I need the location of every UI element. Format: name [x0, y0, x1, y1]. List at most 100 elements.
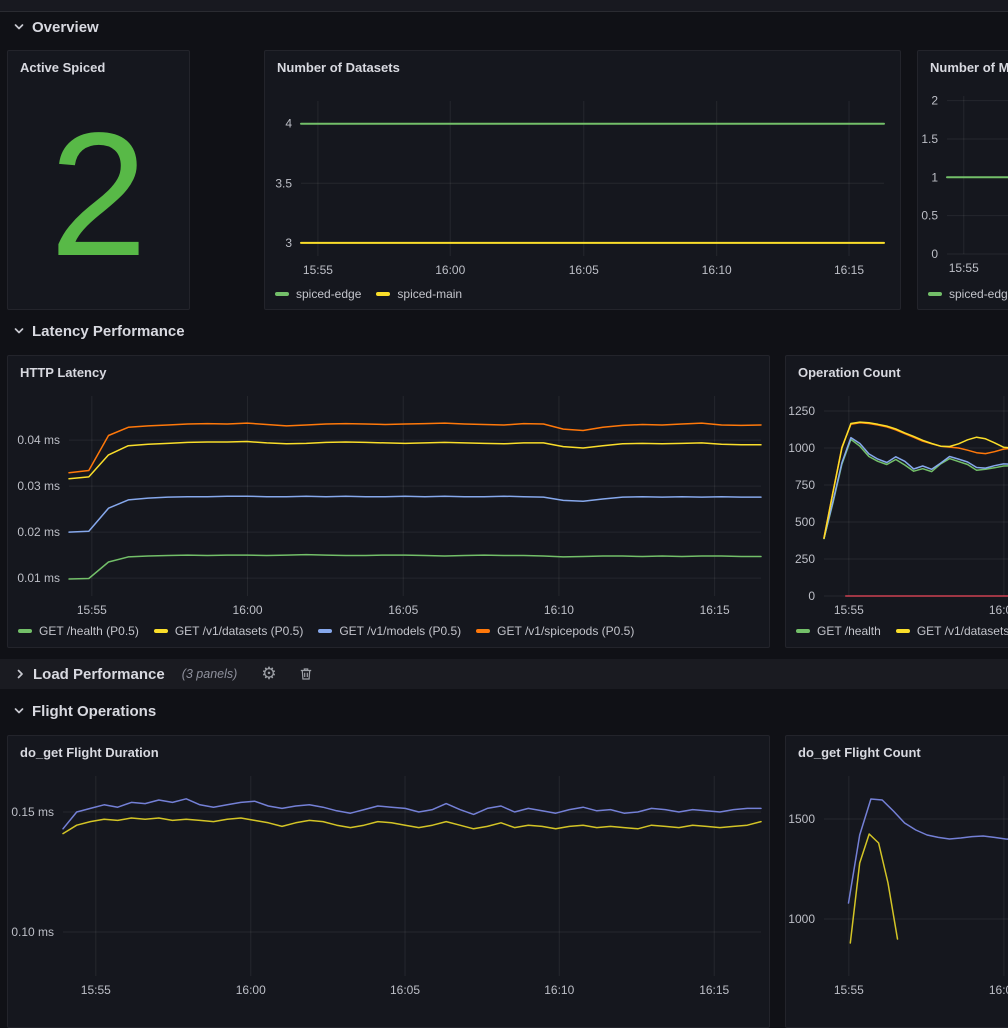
legend-label: GET /v1/datasets (P0.5) — [175, 624, 304, 638]
chart-do-get-flight-count: 1500100015:5516:0016:05 — [786, 736, 1008, 1027]
chevron-down-icon — [13, 325, 25, 337]
y-axis-label: 0.5 — [921, 209, 938, 223]
legend-chip — [376, 292, 390, 296]
x-axis-label: 16:15 — [699, 983, 729, 997]
y-axis-label: 0.10 ms — [11, 925, 54, 939]
panel-title[interactable]: Number of Datasets — [277, 60, 400, 75]
y-axis-label: 0.04 ms — [17, 433, 60, 447]
legend-label: GET /v1/datasets — [917, 624, 1008, 638]
section-overview[interactable]: Overview — [13, 16, 99, 38]
panel-number-of-models: Number of Models 00.511.5215:5516:00 spi… — [917, 50, 1008, 310]
legend-item[interactable]: GET /v1/datasets — [896, 624, 1008, 638]
chart-plot[interactable]: 0.15 ms0.10 ms15:5516:0016:0516:1016:15 — [8, 736, 769, 1027]
y-axis-label: 1250 — [788, 404, 815, 418]
x-axis-label: 15:55 — [949, 261, 979, 275]
x-axis-label: 15:55 — [77, 603, 107, 617]
x-axis-label: 16:00 — [233, 603, 263, 617]
legend-item[interactable]: spiced-main — [376, 287, 462, 301]
chart-http-latency: 0.01 ms0.02 ms0.03 ms0.04 ms15:5516:0016… — [8, 356, 769, 647]
legend-label: GET /v1/spicepods (P0.5) — [497, 624, 634, 638]
series-line — [69, 496, 761, 532]
chart-plot[interactable]: 00.511.5215:5516:00 — [918, 51, 1008, 309]
legend-label: spiced-main — [397, 287, 462, 301]
legend-chip — [275, 292, 289, 296]
legend-chip — [896, 629, 910, 633]
y-axis-label: 2 — [931, 94, 938, 108]
section-flight-operations[interactable]: Flight Operations — [13, 700, 156, 722]
legend-chip — [796, 629, 810, 633]
legend-label: GET /health — [817, 624, 881, 638]
y-axis-label: 4 — [285, 117, 292, 131]
series-line — [69, 555, 761, 579]
legend-chip — [928, 292, 942, 296]
y-axis-label: 1 — [931, 170, 938, 184]
chart-plot[interactable]: 02505007501000125015:5516:0016:05 — [786, 356, 1008, 647]
panel-operation-count: Operation Count 02505007501000125015:551… — [785, 355, 1008, 648]
chart-plot[interactable]: 33.5415:5516:0016:0516:1016:15 — [265, 51, 900, 309]
panel-do-get-flight-duration: do_get Flight Duration 0.15 ms 0.10 ms 15:… — [7, 735, 770, 1028]
y-axis-label: 3 — [285, 236, 292, 250]
y-axis-label: 1000 — [788, 912, 815, 926]
legend-chip — [318, 629, 332, 633]
legend-item[interactable]: GET /v1/datasets (P0.5) — [154, 624, 304, 638]
panel-title[interactable]: Number of Models — [930, 60, 1008, 75]
y-axis-label: 1.5 — [921, 132, 938, 146]
panel-number-of-datasets: Number of Datasets 33.5415:5516:0016:051… — [264, 50, 901, 310]
x-axis-label: 16:05 — [388, 603, 418, 617]
y-axis-label: 3.5 — [275, 176, 292, 190]
panel-title[interactable]: do_get Flight Count — [798, 745, 921, 760]
x-axis-label: 16:00 — [236, 983, 266, 997]
y-axis-label: 0.15 ms — [11, 805, 54, 819]
legend-item[interactable]: spiced-edge — [275, 287, 361, 301]
series-line — [63, 818, 761, 834]
series-line — [849, 799, 1008, 903]
x-axis-label: 16:15 — [700, 603, 730, 617]
panel-title[interactable]: Active Spiced — [20, 60, 105, 75]
series-line — [69, 442, 761, 479]
section-title: Flight Operations — [32, 703, 156, 720]
panel-title[interactable]: Operation Count — [798, 365, 901, 380]
legend-label: GET /health (P0.5) — [39, 624, 139, 638]
legend-label: spiced-edge — [296, 287, 361, 301]
legend-chip — [18, 629, 32, 633]
chevron-right-icon — [14, 668, 26, 680]
x-axis-label: 15:55 — [81, 983, 111, 997]
chart-number-of-models: 00.511.5215:5516:00 — [918, 51, 1008, 309]
chart-legend: GET /healthGET /v1/datasetsGET /v1/model… — [796, 624, 1008, 638]
legend-item[interactable]: GET /v1/models (P0.5) — [318, 624, 461, 638]
y-axis-label: 250 — [795, 552, 815, 566]
panel-do-get-flight-count: do_get Flight Count 1500100015:5516:0016… — [785, 735, 1008, 1028]
legend-item[interactable]: spiced-edge — [928, 287, 1008, 301]
panel-http-latency: HTTP Latency 0.01 ms0.02 ms0.03 ms0.04 m… — [7, 355, 770, 648]
legend-item[interactable]: GET /health (P0.5) — [18, 624, 139, 638]
chevron-down-icon — [13, 21, 25, 33]
legend-item[interactable]: GET /v1/spicepods (P0.5) — [476, 624, 634, 638]
legend-label: spiced-edge — [949, 287, 1008, 301]
legend-item[interactable]: GET /health — [796, 624, 881, 638]
chart-legend: spiced-edgespiced-main — [928, 287, 1008, 301]
chart-plot[interactable]: 0.01 ms0.02 ms0.03 ms0.04 ms15:5516:0016… — [8, 356, 769, 647]
series-line — [69, 423, 761, 473]
chart-legend: spiced-edge spiced-main — [275, 287, 462, 301]
section-latency-performance[interactable]: Latency Performance — [13, 320, 185, 342]
chevron-down-icon — [13, 705, 25, 717]
y-axis-label: 0 — [931, 247, 938, 261]
chart-legend: GET /health (P0.5) GET /v1/datasets (P0.5… — [18, 624, 634, 638]
section-title: Overview — [32, 19, 99, 36]
chart-plot[interactable]: 1500100015:5516:0016:05 — [786, 736, 1008, 1027]
gear-icon[interactable]: ⚙ — [261, 666, 276, 683]
x-axis-label: 15:55 — [834, 983, 864, 997]
x-axis-label: 16:00 — [989, 983, 1008, 997]
y-axis-label: 0 — [808, 589, 815, 603]
chart-number-of-datasets: 33.5415:5516:0016:0516:1016:15 — [265, 51, 900, 309]
x-axis-label: 16:10 — [544, 603, 574, 617]
panel-title[interactable]: HTTP Latency — [20, 365, 106, 380]
section-load-performance[interactable]: Load Performance (3 panels) ⚙ — [0, 659, 1008, 689]
legend-chip — [154, 629, 168, 633]
series-line — [824, 439, 1008, 538]
legend-chip — [476, 629, 490, 633]
panel-title[interactable]: do_get Flight Duration — [20, 745, 159, 760]
y-axis-label: 0.02 ms — [17, 525, 60, 539]
chart-operation-count: 02505007501000125015:5516:0016:05 — [786, 356, 1008, 647]
trash-icon[interactable] — [299, 667, 313, 681]
